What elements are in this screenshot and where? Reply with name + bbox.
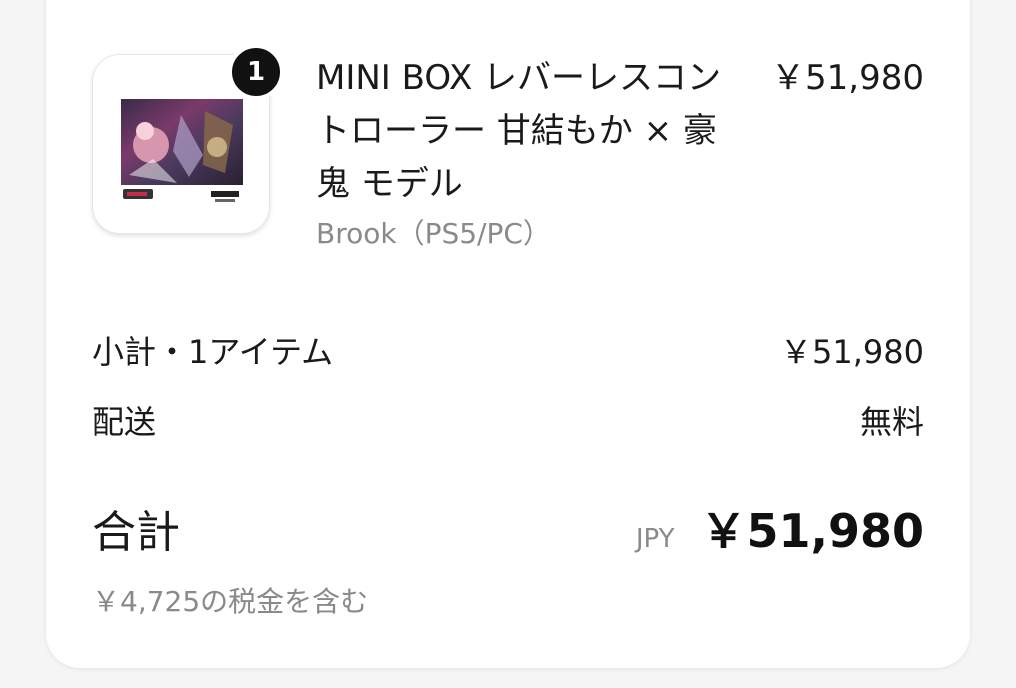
total-row: 合計 JPY ￥51,980 — [92, 494, 924, 562]
shipping-row: 配送 無料 — [92, 392, 924, 448]
product-title[interactable]: MINI BOX レバーレスコントローラー 甘結もか × 豪鬼 モデル — [316, 52, 736, 211]
product-variant: Brook（PS5/PC） — [316, 217, 551, 250]
tax-note: ￥4,725の税金を含む — [92, 585, 369, 618]
shipping-label: 配送 — [92, 403, 157, 441]
total-amount-group: JPY ￥51,980 — [636, 495, 924, 561]
total-value: ￥51,980 — [700, 504, 924, 558]
subtotal-row: 小計・1アイテム ￥51,980 — [92, 322, 924, 378]
subtotal-value: ￥51,980 — [780, 333, 924, 371]
subtotal-label: 小計・1アイテム — [92, 333, 334, 371]
total-label: 合計 — [92, 507, 180, 558]
currency-code: JPY — [635, 524, 675, 554]
product-price: ￥51,980 — [771, 58, 924, 98]
shipping-value: 無料 — [859, 403, 924, 441]
quantity-badge: 1 — [228, 44, 284, 100]
